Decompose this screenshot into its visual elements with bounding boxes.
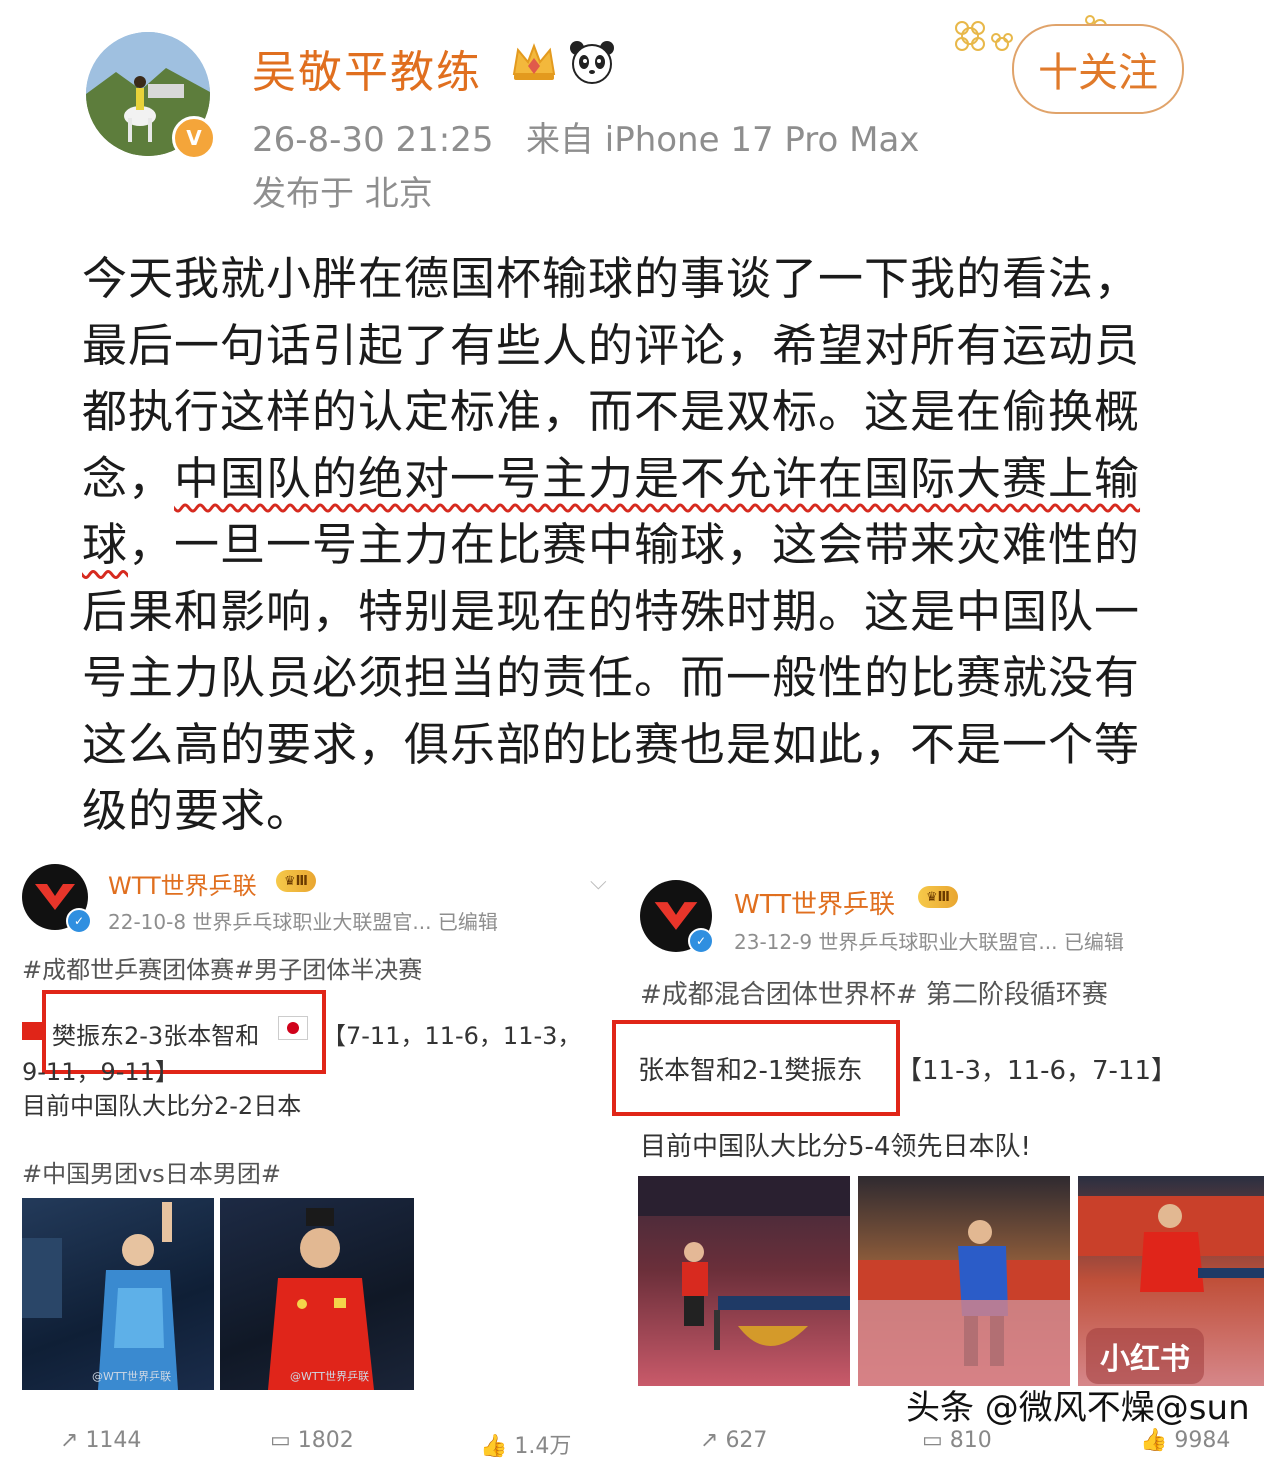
photo-caption: @WTT世界乒联	[92, 1370, 172, 1383]
card-right-comment[interactable]: ▭ 810	[922, 1428, 992, 1453]
level-text: Ⅲ	[937, 889, 950, 905]
japan-flag-icon	[278, 1016, 308, 1040]
card-left-name[interactable]: WTT世界乒联	[108, 866, 257, 901]
photo-right-1[interactable]	[638, 1176, 850, 1386]
crown-icon	[510, 40, 558, 88]
comment-count: 1802	[297, 1428, 354, 1453]
chevron-down-icon[interactable]: ⌵	[590, 870, 607, 895]
card-left-repost[interactable]: ↗ 1144	[60, 1428, 141, 1453]
post-source: 来自 iPhone 17 Pro Max	[525, 120, 920, 160]
follow-button[interactable]: 十关注	[1012, 24, 1184, 114]
source-watermark: 头条 @微风不燥@sun	[906, 1388, 1250, 1428]
verified-badge-icon: ✓	[66, 908, 92, 934]
repost-icon: ↗	[700, 1428, 719, 1453]
like-count: 9984	[1174, 1428, 1231, 1453]
card-left-meta: 22-10-8 世界乒乓球职业大联盟官... 已编辑	[108, 910, 498, 934]
post-meta: 26-8-30 21:25 来自 iPhone 17 Pro Max	[252, 112, 919, 161]
panda-icon	[568, 38, 616, 90]
verified-badge-icon: ✓	[688, 928, 714, 954]
post-timestamp: 26-8-30 21:25	[252, 120, 494, 160]
card-left-boxed-text: 樊振东2-3张本智和	[52, 1022, 260, 1050]
crown-icon: ♛ Ⅲ	[276, 870, 316, 892]
card-right-score: 【11-3，11-6，7-11】	[896, 1056, 1178, 1086]
comment-icon: ▭	[922, 1428, 943, 1453]
card-right-boxed-text: 张本智和2-1樊振东	[638, 1056, 863, 1086]
card-right-repost[interactable]: ↗ 627	[700, 1428, 767, 1453]
crown-icon: ♛ Ⅲ	[918, 886, 958, 908]
level-badge: ♛ Ⅲ	[276, 870, 316, 892]
level-text: Ⅲ	[295, 873, 308, 889]
card-right-summary: 目前中国队大比分5-4领先日本队!	[640, 1132, 1031, 1162]
follow-label: 十关注	[1038, 50, 1158, 96]
card-left-hashtag[interactable]: #成都世乒赛团体赛#男子团体半决赛	[22, 950, 422, 985]
card-left-score-line2: 9-11，9-11】	[22, 1058, 179, 1086]
comment-icon: ▭	[270, 1428, 291, 1453]
body-text-part2: ，一旦一号主力在比赛中输球，这会带来灾难性的后果和影响，特别是现在的特殊时期。这…	[82, 518, 1141, 837]
author-name[interactable]: 吴敬平教练	[252, 36, 482, 100]
photo-left-1[interactable]: @WTT世界乒联	[22, 1198, 214, 1390]
photo-caption: @WTT世界乒联	[290, 1370, 370, 1383]
post-location: 发布于 北京	[252, 174, 433, 214]
photo-left-2[interactable]: @WTT世界乒联	[220, 1198, 414, 1390]
repost-count: 627	[725, 1428, 768, 1453]
like-count: 1.4万	[514, 1434, 572, 1459]
like-icon: 👍	[480, 1434, 508, 1459]
comment-count: 810	[949, 1428, 992, 1453]
repost-count: 1144	[85, 1428, 142, 1453]
like-icon: 👍	[1140, 1428, 1168, 1453]
card-left-tag2[interactable]: #中国男团vs日本男团#	[22, 1154, 281, 1189]
level-badge: ♛ Ⅲ	[918, 886, 958, 908]
card-left-score-line1: 【7-11，11-6，11-3，	[322, 1022, 582, 1050]
card-right-hashtag[interactable]: #成都混合团体世界杯# 第二阶段循环赛	[640, 974, 1108, 1011]
card-right-name[interactable]: WTT世界乒联	[734, 884, 895, 921]
card-right-like[interactable]: 👍 9984	[1140, 1428, 1230, 1453]
verified-badge-icon: V	[172, 116, 216, 160]
card-right-meta: 23-12-9 世界乒乓球职业大联盟官... 已编辑	[734, 930, 1124, 954]
photo-right-2[interactable]	[858, 1176, 1070, 1386]
repost-icon: ↗	[60, 1428, 79, 1453]
xiaohongshu-logo: 小红书	[1086, 1328, 1204, 1384]
card-left-like[interactable]: 👍 1.4万	[480, 1428, 571, 1460]
post-body: 今天我就小胖在德国杯输球的事谈了一下我的看法，最后一句话引起了有些人的评论，希望…	[82, 246, 1172, 845]
card-left-comment[interactable]: ▭ 1802	[270, 1428, 354, 1453]
card-left-summary: 目前中国队大比分2-2日本	[22, 1092, 302, 1120]
